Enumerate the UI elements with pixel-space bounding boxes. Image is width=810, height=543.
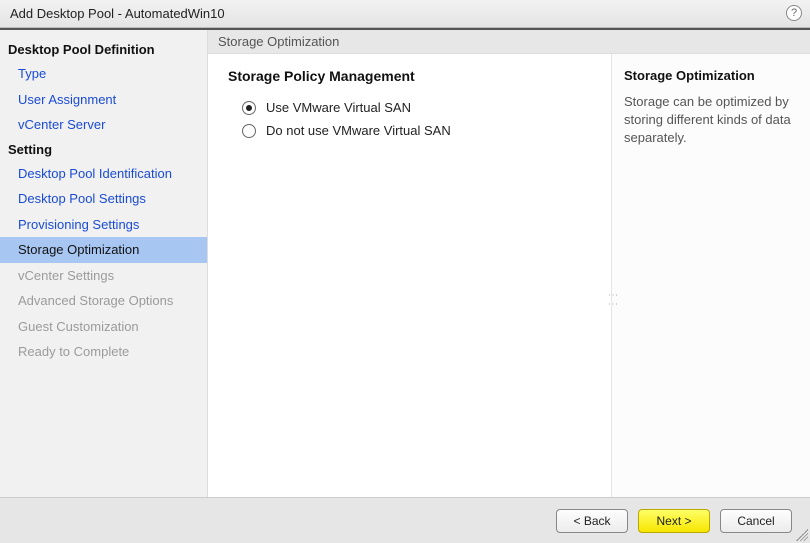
sidebar-section-setting: Setting xyxy=(0,138,207,161)
radio-icon-unselected xyxy=(242,124,256,138)
help-body: Storage can be optimized by storing diff… xyxy=(624,93,798,148)
wizard-sidebar: Desktop Pool Definition Type User Assign… xyxy=(0,30,208,497)
policy-heading: Storage Policy Management xyxy=(228,68,591,84)
sidebar-section-definition: Desktop Pool Definition xyxy=(0,38,207,61)
radio-label-no-vsan: Do not use VMware Virtual SAN xyxy=(266,123,451,138)
title-bar: Add Desktop Pool - AutomatedWin10 ? xyxy=(0,0,810,28)
main-panel: Storage Optimization Storage Policy Mana… xyxy=(208,30,810,497)
sidebar-item-type[interactable]: Type xyxy=(0,61,207,87)
sidebar-item-vcenter-server[interactable]: vCenter Server xyxy=(0,112,207,138)
resize-grip-icon[interactable] xyxy=(796,529,808,541)
next-button[interactable]: Next > xyxy=(638,509,710,533)
help-icon[interactable]: ? xyxy=(786,5,802,21)
radio-no-vsan[interactable]: Do not use VMware Virtual SAN xyxy=(242,123,591,138)
sidebar-item-pool-settings[interactable]: Desktop Pool Settings xyxy=(0,186,207,212)
sidebar-item-advanced-storage: Advanced Storage Options xyxy=(0,288,207,314)
back-button[interactable]: < Back xyxy=(556,509,628,533)
sidebar-item-guest-customization: Guest Customization xyxy=(0,314,207,340)
center-content: Storage Policy Management Use VMware Vir… xyxy=(208,54,612,497)
help-panel: Storage Optimization Storage can be opti… xyxy=(612,54,810,497)
sidebar-item-storage-optimization[interactable]: Storage Optimization xyxy=(0,237,207,263)
sidebar-item-ready-complete: Ready to Complete xyxy=(0,339,207,365)
window-title: Add Desktop Pool - AutomatedWin10 xyxy=(10,6,225,21)
breadcrumb: Storage Optimization xyxy=(208,30,810,54)
sidebar-item-provisioning-settings[interactable]: Provisioning Settings xyxy=(0,212,207,238)
wizard-footer: < Back Next > Cancel xyxy=(0,497,810,543)
radio-icon-selected xyxy=(242,101,256,115)
splitter-handle[interactable]: ⋮⋮ xyxy=(610,290,614,308)
sidebar-item-vcenter-settings: vCenter Settings xyxy=(0,263,207,289)
help-heading: Storage Optimization xyxy=(624,68,798,83)
sidebar-item-user-assignment[interactable]: User Assignment xyxy=(0,87,207,113)
sidebar-item-pool-identification[interactable]: Desktop Pool Identification xyxy=(0,161,207,187)
radio-use-vsan[interactable]: Use VMware Virtual SAN xyxy=(242,100,591,115)
cancel-button[interactable]: Cancel xyxy=(720,509,792,533)
radio-label-use-vsan: Use VMware Virtual SAN xyxy=(266,100,411,115)
